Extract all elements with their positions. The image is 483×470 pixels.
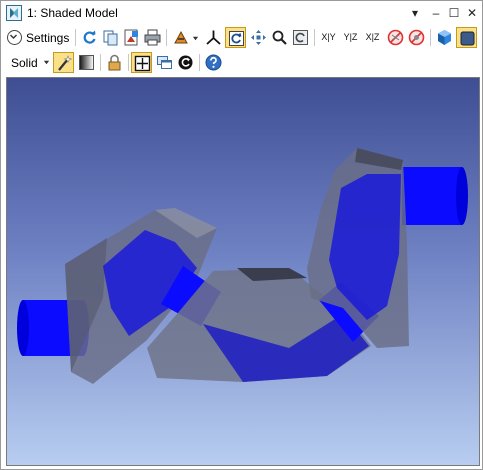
windows-button[interactable]	[154, 52, 175, 73]
minimize-button[interactable]: –	[427, 4, 445, 22]
save-image-button[interactable]	[121, 27, 142, 48]
render-mode-dropdown[interactable]: Solid	[11, 54, 50, 72]
reset-icon	[178, 55, 193, 70]
view-xz-button[interactable]: X|Z	[362, 27, 383, 48]
settings-chevron-icon	[7, 30, 22, 45]
pan-button[interactable]	[248, 27, 269, 48]
windows-icon	[157, 56, 172, 69]
help-button[interactable]	[203, 52, 224, 73]
fit-frame-button[interactable]	[131, 52, 152, 73]
zoom-fit-button[interactable]	[290, 27, 311, 48]
no-fly-icon	[387, 29, 404, 46]
axes-triad-icon	[206, 30, 221, 45]
help-icon	[205, 54, 222, 71]
rotate-button[interactable]	[225, 27, 246, 48]
print-button[interactable]	[142, 27, 163, 48]
axes-triad-button[interactable]	[203, 27, 224, 48]
toolbar-separator	[166, 29, 167, 46]
view-xy-button[interactable]: X|Y	[318, 27, 339, 48]
toolbar-separator	[100, 54, 101, 71]
print-icon	[144, 29, 161, 46]
shaded-model-window: 1: Shaded Model ▾ – ☐ ✕ Settings X|Y Y|Z…	[0, 0, 483, 470]
save-image-icon	[124, 29, 138, 46]
toolbar-row-2: Solid	[1, 50, 482, 75]
rotate-icon	[229, 31, 244, 46]
reset-button[interactable]	[175, 52, 196, 73]
toolbar-row-1: Settings X|Y Y|Z X|Z	[1, 25, 482, 50]
background-icon	[460, 31, 475, 46]
toolbar-separator	[314, 29, 315, 46]
render-options-icon	[174, 30, 188, 44]
chevron-down-icon	[192, 36, 199, 41]
maximize-button[interactable]: ☐	[445, 4, 463, 22]
zoom-button[interactable]	[269, 27, 290, 48]
pan-icon	[251, 30, 266, 45]
copy-icon	[103, 30, 118, 46]
fit-frame-icon	[134, 55, 151, 72]
shaded-model-render	[17, 148, 468, 384]
copy-button[interactable]	[100, 27, 121, 48]
window-menu-dropdown-icon[interactable]: ▾	[406, 4, 424, 22]
refresh-button[interactable]	[79, 27, 100, 48]
gradient-button[interactable]	[76, 52, 97, 73]
chevron-down-icon	[43, 60, 50, 65]
window-title: 1: Shaded Model	[27, 6, 118, 20]
settings-label: Settings	[26, 31, 70, 45]
zoom-icon	[272, 30, 287, 45]
wand-icon	[58, 55, 73, 71]
gradient-icon	[79, 55, 94, 70]
shaded-cube-button[interactable]	[434, 27, 455, 48]
no-select-button[interactable]	[406, 27, 427, 48]
zoom-fit-icon	[293, 30, 308, 45]
background-button[interactable]	[456, 27, 477, 48]
view-yz-button[interactable]: Y|Z	[340, 27, 361, 48]
settings-button[interactable]: Settings	[7, 29, 69, 47]
right-cylinder	[402, 167, 468, 225]
no-fly-button[interactable]	[385, 27, 406, 48]
lock-icon	[108, 54, 121, 71]
3d-viewport[interactable]	[6, 77, 480, 466]
model-window-icon	[6, 5, 22, 21]
toolbar-separator	[75, 29, 76, 46]
toolbar-separator	[128, 54, 129, 71]
wand-button[interactable]	[53, 52, 74, 73]
toolbar-separator	[430, 29, 431, 46]
refresh-icon	[83, 30, 96, 44]
toolbar-separator	[199, 54, 200, 71]
lock-button[interactable]	[104, 52, 125, 73]
close-button[interactable]: ✕	[463, 4, 481, 22]
no-select-icon	[408, 29, 425, 46]
shaded-cube-icon	[438, 30, 451, 45]
title-bar: 1: Shaded Model ▾ – ☐ ✕	[1, 1, 482, 25]
render-mode-label: Solid	[11, 56, 38, 70]
render-options-button[interactable]	[171, 27, 201, 48]
